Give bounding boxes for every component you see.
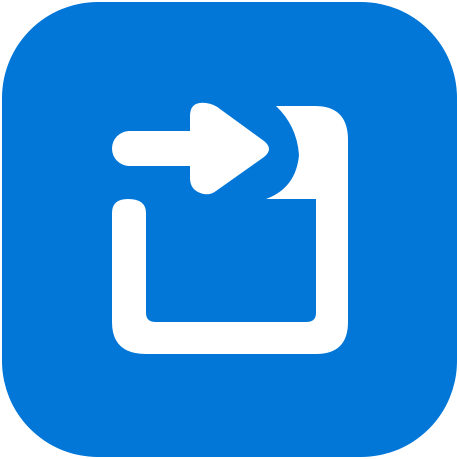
icon-tile-background [2,2,457,457]
app-icon-stage [0,0,459,459]
app-icon[interactable] [0,0,459,459]
